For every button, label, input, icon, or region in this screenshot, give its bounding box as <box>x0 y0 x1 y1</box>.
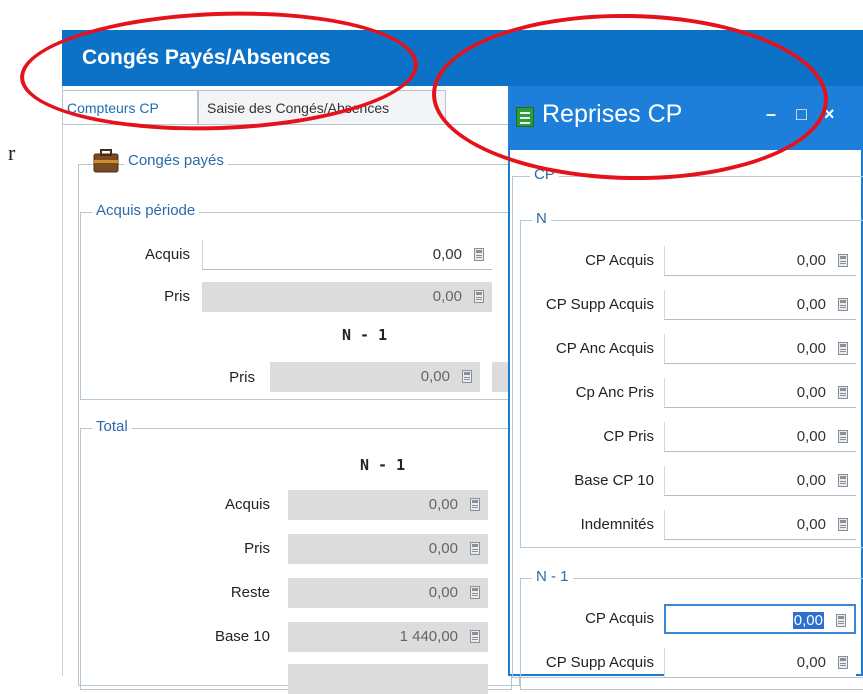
reprises-n-row-input[interactable]: 0,00 <box>664 466 856 496</box>
calculator-icon[interactable] <box>838 298 848 311</box>
pris-value: 0,00 <box>432 288 462 305</box>
reprises-n1-row-value: 0,00 <box>796 654 826 671</box>
reprises-n-row-label: CP Supp Acquis <box>545 296 654 313</box>
total-pris-input: 0,00 <box>288 534 488 564</box>
pris-label: Pris <box>164 288 190 305</box>
pris-extra-input <box>492 362 508 392</box>
total-reste-label: Reste <box>230 584 270 601</box>
calculator-icon <box>474 290 484 303</box>
reprises-n-row-value: 0,00 <box>796 252 826 269</box>
reprises-n-row-label: CP Anc Acquis <box>555 340 654 357</box>
acquis-periode-legend: Acquis période <box>92 202 200 219</box>
calculator-icon <box>470 630 480 643</box>
reprises-n1-row-input[interactable]: 0,00 <box>664 604 856 634</box>
calculator-icon <box>470 542 480 555</box>
reprises-cp-legend: CP <box>530 166 559 183</box>
acquis-input[interactable]: 0,00 <box>202 240 492 270</box>
pris-input: 0,00 <box>202 282 492 312</box>
reprises-n-row-label: Cp Anc Pris <box>575 384 654 401</box>
conges-payes-title: Congés payés <box>124 152 228 169</box>
reprises-n-row-value: 0,00 <box>796 296 826 313</box>
reprises-n-row-value: 0,00 <box>796 340 826 357</box>
suitcase-icon <box>92 148 122 174</box>
reprises-n-row-label: CP Pris <box>603 428 654 445</box>
reprises-n-row-input[interactable]: 0,00 <box>664 378 856 408</box>
calculator-icon[interactable] <box>836 614 846 627</box>
acquis-value: 0,00 <box>432 246 462 263</box>
total-acquis-label: Acquis <box>224 496 270 513</box>
n1-pris-value: 0,00 <box>420 368 450 385</box>
n1-pris-input: 0,00 <box>270 362 480 392</box>
main-title-bar: Congés Payés/Absences <box>62 30 863 86</box>
total-reste-value: 0,00 <box>428 584 458 601</box>
reprises-n-row-value: 0,00 <box>796 384 826 401</box>
total-pris-label: Pris <box>244 540 270 557</box>
calculator-icon <box>470 498 480 511</box>
reprises-title-bar[interactable]: Reprises CP – □ × <box>508 86 863 150</box>
calculator-icon <box>462 370 472 383</box>
total-n1-header: N - 1 <box>360 456 406 474</box>
calculator-icon[interactable] <box>838 474 848 487</box>
reprises-n1-row-value: 0,00 <box>792 612 824 629</box>
reprises-n1-row-label: CP Supp Acquis <box>545 654 654 671</box>
calculator-icon[interactable] <box>838 430 848 443</box>
minimize-icon[interactable]: – <box>766 104 776 125</box>
n1-header: N - 1 <box>342 326 388 344</box>
reprises-n-row-label: Indemnités <box>580 516 654 533</box>
reprises-n-row-label: CP Acquis <box>585 252 654 269</box>
total-base10-label: Base 10 <box>214 628 270 645</box>
reprises-n1-row-input[interactable]: 0,00 <box>664 648 856 678</box>
reprises-n-row-input[interactable]: 0,00 <box>664 510 856 540</box>
stray-char: r <box>8 140 16 165</box>
reprises-n-row-input[interactable]: 0,00 <box>664 246 856 276</box>
reprises-n1-legend: N - 1 <box>532 568 573 585</box>
reprises-window-title: Reprises CP <box>542 100 683 128</box>
reprises-n-row-value: 0,00 <box>796 472 826 489</box>
calculator-icon[interactable] <box>474 248 484 261</box>
calculator-icon[interactable] <box>838 656 848 669</box>
calculator-icon[interactable] <box>838 254 848 267</box>
calculator-icon[interactable] <box>838 518 848 531</box>
reprises-n-legend: N <box>532 210 551 227</box>
reprises-n1-row-label: CP Acquis <box>585 610 654 627</box>
total-acquis-input: 0,00 <box>288 490 488 520</box>
calculator-icon[interactable] <box>838 342 848 355</box>
reprises-n-row-input[interactable]: 0,00 <box>664 290 856 320</box>
total-pris-value: 0,00 <box>428 540 458 557</box>
tab-compteurs-cp[interactable]: Compteurs CP <box>62 90 198 124</box>
acquis-label: Acquis <box>144 246 190 263</box>
total-legend: Total <box>92 418 132 435</box>
total-reste-input: 0,00 <box>288 578 488 608</box>
n1-pris-label: Pris <box>229 369 255 386</box>
total-base10-input: 1 440,00 <box>288 622 488 652</box>
tab-saisie-conges[interactable]: Saisie des Congés/Absences <box>198 90 446 124</box>
reprises-n-row-value: 0,00 <box>796 516 826 533</box>
main-window-title: Congés Payés/Absences <box>82 46 331 69</box>
reprises-n-row-input[interactable]: 0,00 <box>664 422 856 452</box>
reprises-n-row-value: 0,00 <box>796 428 826 445</box>
form-icon <box>516 107 534 127</box>
total-base10-value: 1 440,00 <box>399 628 458 645</box>
calculator-icon <box>470 586 480 599</box>
reprises-n-row-input[interactable]: 0,00 <box>664 334 856 364</box>
total-acquis-value: 0,00 <box>428 496 458 513</box>
close-icon[interactable]: × <box>824 104 835 125</box>
reprises-n-row-label: Base CP 10 <box>574 472 654 489</box>
calculator-icon[interactable] <box>838 386 848 399</box>
maximize-icon[interactable]: □ <box>796 104 807 125</box>
total-next-input <box>288 664 488 694</box>
